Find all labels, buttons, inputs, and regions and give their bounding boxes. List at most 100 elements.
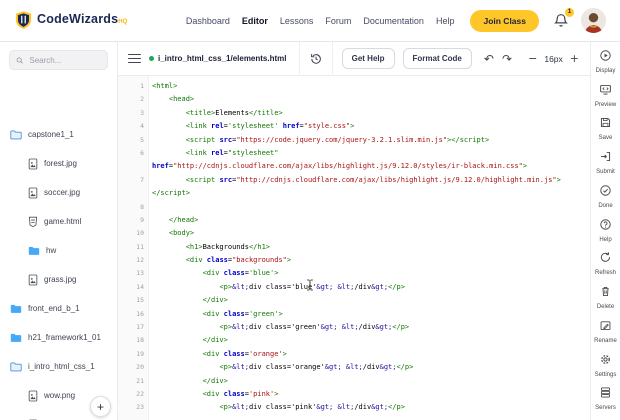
delete-button[interactable]: Delete [591,285,620,319]
notifications-bell[interactable]: 1 [553,12,571,30]
save-button[interactable]: Save [591,116,620,150]
rail-item-label: Help [599,237,611,243]
code-line-6[interactable]: 6 <link rel="stylesheet" [118,147,590,160]
code-line-wrap[interactable]: </script> [118,187,590,200]
search-input[interactable] [27,55,101,66]
nav-item-lessons[interactable]: Lessons [280,16,314,26]
code-line-content: <p>&lt;div class='pink'&gt; &lt;/div&gt;… [148,401,405,414]
code-line-1[interactable]: 1<html> [118,80,590,93]
code-line-15[interactable]: 15 </div> [118,294,590,307]
code-line-19[interactable]: 19 <div class='orange'> [118,348,590,361]
done-button[interactable]: Done [591,184,620,218]
tree-item-hw[interactable]: hw [0,236,117,265]
done-icon [599,184,612,202]
settings-button[interactable]: Settings [591,353,620,387]
tree-item-label: capstone1_1 [28,130,74,139]
code-line-content: <div class='pink'> [148,388,278,401]
folder-icon [10,332,22,343]
code-line-wrap[interactable]: href="http://cdnjs.cloudflare.com/ajax/l… [118,160,590,173]
help-icon [599,218,612,236]
nav-item-forum[interactable]: Forum [325,16,351,26]
main-nav: Dashboard Editor Lessons Forum Documentation… [186,16,455,26]
settings-icon [599,353,612,371]
tree-item-front_end_b_1[interactable]: front_end_b_1 [0,294,117,323]
servers-button[interactable]: Servers [591,386,620,420]
nav-item-documentation[interactable]: Documentation [363,16,424,26]
history-icon [309,52,323,66]
toolbar-divider [332,42,333,76]
tree-item-h21_framework1_01[interactable]: h21_framework1_01 [0,323,117,352]
tree-item-forest-jpg[interactable]: forest.jpg [0,149,117,178]
file-menu-icon[interactable] [128,54,141,64]
code-line-2[interactable]: 2 <head> [118,93,590,106]
tree-item-soccer-jpg[interactable]: soccer.jpg [0,178,117,207]
code-line-22[interactable]: 22 <div class='pink'> [118,388,590,401]
nav-item-dashboard[interactable]: Dashboard [186,16,230,26]
code-line-18[interactable]: 18 </div> [118,334,590,347]
tree-item-game-html[interactable]: game.html [0,207,117,236]
join-class-button[interactable]: Join Class [470,10,539,32]
code-line-4[interactable]: 4 <link rel='stylesheet' href="style.css… [118,120,590,133]
help-button[interactable]: Help [591,218,620,252]
line-number: 7 [118,174,148,187]
format-code-button[interactable]: Format Code [403,48,472,69]
tree-item-label: grass.jpg [44,275,76,284]
code-line-5[interactable]: 5 <script src="https://code.jquery.com/j… [118,134,590,147]
rename-button[interactable]: Rename [591,319,620,353]
code-line-7[interactable]: 7 <script src="http://cdnjs.cloudflare.c… [118,174,590,187]
tree-item-i_intro_html_css_1[interactable]: i_intro_html_css_1 [0,352,117,381]
image-file-icon [28,390,38,402]
folder-icon [28,245,40,256]
unsaved-status-dot [149,56,154,61]
code-editor[interactable]: 1<html>2 <head>3 <title>Elements</title>… [118,76,590,420]
search-box[interactable] [9,50,108,70]
code-line-11[interactable]: 11 <h1>Backgrounds</h1> [118,241,590,254]
tree-item-grass-jpg[interactable]: grass.jpg [0,265,117,294]
code-line-8[interactable]: 8 [118,201,590,214]
code-line-21[interactable]: 21 </div> [118,375,590,388]
code-line-12[interactable]: 12 <div class="backgrounds"> [118,254,590,267]
line-number: 9 [118,214,148,227]
get-help-button[interactable]: Get Help [342,48,395,69]
line-number: 5 [118,134,148,147]
preview-button[interactable]: Preview [591,83,620,117]
avatar-image [581,8,606,33]
code-line-17[interactable]: 17 <p>&lt;div class='green'&gt; &lt;/div… [118,321,590,334]
user-avatar[interactable] [581,8,606,33]
code-line-13[interactable]: 13 <div class='blue'> [118,267,590,280]
editor-toolbar: i_intro_html_css_1/elements.html Get Hel… [118,42,590,76]
code-line-10[interactable]: 10 <body> [118,227,590,240]
code-line-16[interactable]: 16 <div class='green'> [118,308,590,321]
tree-item-label: h21_framework1_01 [28,333,101,342]
code-line-content: </script> [148,187,190,200]
history-button[interactable] [309,52,323,66]
refresh-button[interactable]: Refresh [591,251,620,285]
redo-icon[interactable]: ↷ [502,53,512,65]
nav-item-help[interactable]: Help [436,16,455,26]
line-number: 2 [118,93,148,106]
code-line-14[interactable]: 14 <p>&lt;div class='blue'&gt; &lt;/div&… [118,281,590,294]
line-number: 19 [118,348,148,361]
rail-item-label: Delete [597,304,614,310]
code-line-content: <html> [148,80,177,93]
new-file-button[interactable]: + [90,396,111,417]
code-line-content: <div class="backgrounds"> [148,254,291,267]
code-line-9[interactable]: 9 </head> [118,214,590,227]
undo-icon[interactable]: ↶ [484,53,494,65]
code-line-3[interactable]: 3 <title>Elements</title> [118,107,590,120]
code-line-content: <link rel="stylesheet" [148,147,278,160]
code-line-23[interactable]: 23 <p>&lt;div class='pink'&gt; &lt;/div&… [118,401,590,414]
font-size-increase-button[interactable]: + [570,53,579,64]
open-file-path: i_intro_html_css_1/elements.html [158,54,287,63]
nav-item-editor[interactable]: Editor [242,16,268,26]
code-line-content: <body> [148,227,194,240]
tree-item-capstone1_1[interactable]: capstone1_1 [0,120,117,149]
line-number: 17 [118,321,148,334]
submit-button[interactable]: Submit [591,150,620,184]
display-button[interactable]: Display [591,49,620,83]
app-logo[interactable]: CodeWizardsHQ [14,10,127,31]
line-number: 1 [118,80,148,93]
font-size-decrease-button[interactable]: − [528,53,537,64]
rail-item-label: Settings [595,372,617,378]
code-line-20[interactable]: 20 <p>&lt;div class='orange'&gt; &lt;/di… [118,361,590,374]
